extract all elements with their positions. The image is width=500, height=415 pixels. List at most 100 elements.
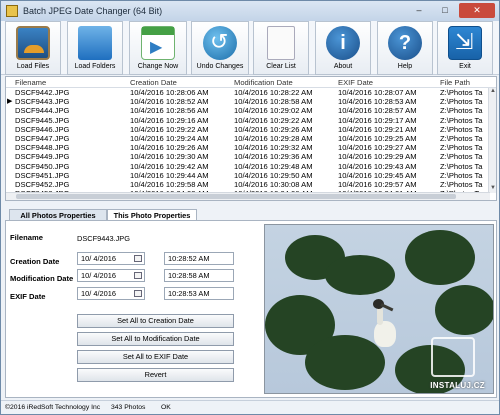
load-files-button[interactable]: Load Files (5, 21, 61, 75)
photo-list[interactable]: Filename Creation Date Modification Date… (5, 76, 497, 201)
table-row[interactable]: DSCF9442.JPG 10/4/2016 10:28:06 AM 10/4/20… (6, 88, 496, 97)
filename-value: DSCF9443.JPG (77, 234, 130, 243)
status-state: OK (161, 404, 171, 411)
table-cell: 10/4/2016 10:28:57 AM (338, 106, 417, 116)
table-cell: Z:\Photos Ta (440, 152, 483, 162)
column-header-creation[interactable]: Creation Date (130, 77, 177, 88)
photo-foliage (305, 335, 385, 390)
status-bar: ©2016 iRedSoft Technology Inc 343 Photos… (1, 400, 499, 414)
scroll-up-icon[interactable]: ▲ (489, 88, 496, 96)
table-cell: 10/4/2016 10:28:06 AM (130, 88, 209, 97)
table-cell: 10/4/2016 10:29:50 AM (234, 170, 313, 180)
table-cell: Z:\Photos Ta (440, 124, 483, 134)
column-header-filename[interactable]: Filename (15, 77, 46, 88)
table-cell: 10/4/2016 10:28:53 AM (338, 97, 417, 107)
table-row[interactable]: DSCF9451.JPG 10/4/2016 10:29:44 AM 10/4/20… (6, 171, 496, 180)
about-button[interactable]: About (315, 21, 371, 75)
table-row[interactable]: DSCF9445.JPG 10/4/2016 10:29:16 AM 10/4/20… (6, 116, 496, 125)
exif-time-field[interactable]: 10:28:53 AM (164, 287, 234, 300)
properties-panel: Filename DSCF9443.JPG Creation Date 10/ … (5, 220, 497, 398)
creation-time-field[interactable]: 10:28:52 AM (164, 252, 234, 265)
bird-neck (377, 307, 383, 325)
table-cell: 10/4/2016 10:30:08 AM (234, 179, 313, 189)
change-now-button[interactable]: Change Now (129, 21, 187, 75)
load-folders-button[interactable]: Load Folders (67, 21, 123, 75)
exif-date-label: EXIF Date (10, 292, 46, 301)
table-cell: 10/4/2016 10:29:28 AM (234, 133, 313, 143)
creation-date-picker[interactable]: 10/ 4/2016 (77, 252, 145, 265)
table-cell: 10/4/2016 10:29:22 AM (234, 115, 313, 125)
list-header: Filename Creation Date Modification Date… (6, 77, 496, 88)
table-row[interactable]: DSCF9444.JPG 10/4/2016 10:28:56 AM 10/4/20… (6, 106, 496, 115)
horizontal-scroll-thumb[interactable] (16, 194, 456, 199)
table-cell: 10/4/2016 10:28:58 AM (234, 97, 313, 107)
watermark-logo-icon (431, 337, 475, 377)
calendar-dropdown-icon[interactable] (134, 272, 142, 279)
undo-changes-button[interactable]: Undo Changes (191, 21, 249, 75)
table-cell: 10/4/2016 10:29:25 AM (338, 133, 417, 143)
photo-foliage (435, 285, 493, 335)
column-header-modification[interactable]: Modification Date (234, 77, 293, 88)
calendar-dropdown-icon[interactable] (134, 290, 142, 297)
table-row[interactable]: DSCF9452.JPG 10/4/2016 10:29:58 AM 10/4/20… (6, 180, 496, 189)
blank-page-icon (267, 26, 295, 60)
set-all-creation-button[interactable]: Set All to Creation Date (77, 314, 234, 328)
maximize-button[interactable]: □ (433, 3, 457, 18)
app-window: Batch JPEG Date Changer (64 Bit) – □ ✕ L… (0, 0, 500, 415)
modification-date-picker[interactable]: 10/ 4/2016 (77, 269, 145, 282)
change-now-label: Change Now (137, 63, 179, 70)
table-cell: 10/4/2016 10:29:43 AM (338, 161, 417, 171)
table-row[interactable]: DSCF9446.JPG 10/4/2016 10:29:22 AM 10/4/20… (6, 125, 496, 134)
table-cell: DSCF9442.JPG (15, 88, 70, 97)
minimize-button[interactable]: – (407, 3, 431, 18)
exit-icon (448, 26, 482, 60)
vertical-scrollbar[interactable]: ▲ ▼ (488, 88, 496, 193)
column-header-exif[interactable]: EXIF Date (338, 77, 373, 88)
modification-time-value: 10:28:58 AM (168, 271, 210, 280)
question-icon (388, 26, 422, 60)
table-row[interactable]: DSCF9450.JPG 10/4/2016 10:29:42 AM 10/4/20… (6, 162, 496, 171)
table-row[interactable]: DSCF9449.JPG 10/4/2016 10:29:30 AM 10/4/20… (6, 152, 496, 161)
calendar-icon (141, 26, 175, 60)
set-all-exif-button[interactable]: Set All to EXIF Date (77, 350, 234, 364)
table-row[interactable]: ▶ DSCF9443.JPG 10/4/2016 10:28:52 AM 10/4/2… (6, 97, 496, 106)
status-photo-count: 343 Photos (111, 404, 146, 411)
modification-time-field[interactable]: 10:28:58 AM (164, 269, 234, 282)
revert-button[interactable]: Revert (77, 368, 234, 382)
close-button[interactable]: ✕ (459, 3, 495, 18)
table-cell: Z:\Photos Ta (440, 170, 483, 180)
set-all-modification-button[interactable]: Set All to Modification Date (77, 332, 234, 346)
calendar-dropdown-icon[interactable] (134, 255, 142, 262)
table-cell: 10/4/2016 10:29:44 AM (130, 170, 209, 180)
bird-body (374, 321, 396, 347)
table-cell: 10/4/2016 10:29:30 AM (130, 152, 209, 162)
about-label: About (333, 63, 353, 70)
current-row-marker-icon: ▶ (7, 98, 13, 106)
table-row[interactable]: DSCF9447.JPG 10/4/2016 10:29:24 AM 10/4/20… (6, 134, 496, 143)
table-cell: 10/4/2016 10:29:26 AM (234, 124, 313, 134)
creation-date-label: Creation Date (10, 257, 60, 266)
exif-date-picker[interactable]: 10/ 4/2016 (77, 287, 145, 300)
exit-button[interactable]: Exit (437, 21, 493, 75)
info-icon (326, 26, 360, 60)
scroll-down-icon[interactable]: ▼ (489, 185, 496, 193)
table-cell: 10/4/2016 10:29:45 AM (338, 170, 417, 180)
undo-changes-label: Undo Changes (196, 63, 244, 70)
table-cell: 10/4/2016 10:29:36 AM (234, 152, 313, 162)
table-cell: 10/4/2016 10:29:29 AM (338, 152, 417, 162)
clear-list-label: Clear List (266, 63, 296, 70)
help-button[interactable]: Help (377, 21, 433, 75)
column-header-path[interactable]: File Path (440, 77, 470, 88)
table-cell: 10/4/2016 10:28:52 AM (130, 97, 209, 107)
horizontal-scrollbar[interactable] (6, 192, 490, 200)
filename-label: Filename (10, 233, 43, 242)
table-cell: Z:\Photos Ta (440, 161, 483, 171)
table-cell: 10/4/2016 10:28:22 AM (234, 88, 313, 97)
table-cell: DSCF9447.JPG (15, 133, 70, 143)
help-label: Help (397, 63, 413, 70)
toolbar: Load Files Load Folders Change Now Undo … (1, 21, 499, 75)
table-cell: Z:\Photos Ta (440, 115, 483, 125)
clear-list-button[interactable]: Clear List (253, 21, 309, 75)
table-row[interactable]: DSCF9448.JPG 10/4/2016 10:29:26 AM 10/4/20… (6, 143, 496, 152)
table-cell: Z:\Photos Ta (440, 88, 483, 97)
